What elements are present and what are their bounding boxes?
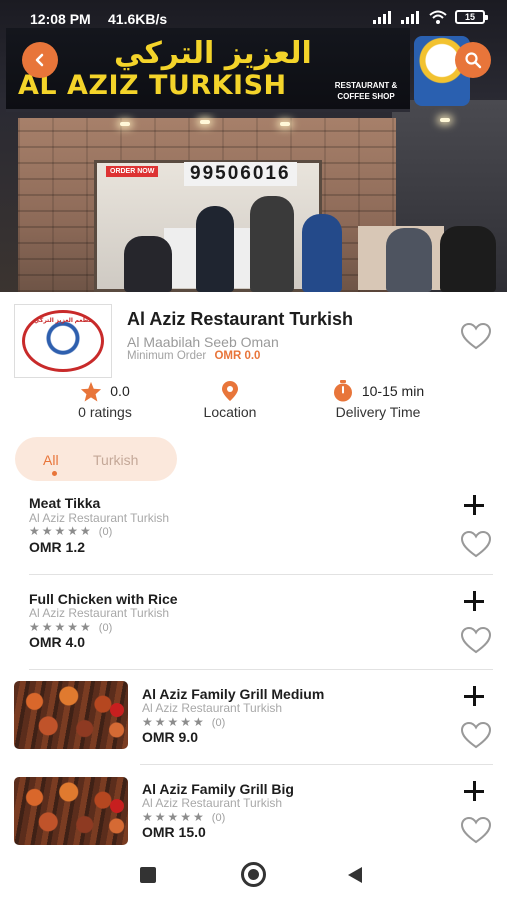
menu-item-title: Full Chicken with Rice — [29, 591, 178, 607]
add-to-cart-button[interactable] — [463, 494, 485, 516]
delivery-time-label: Delivery Time — [335, 404, 421, 420]
search-button[interactable] — [455, 42, 491, 78]
rating-value: 0.0 — [110, 383, 130, 399]
menu-item-restaurant: Al Aziz Restaurant Turkish — [29, 606, 170, 620]
person — [250, 196, 294, 292]
menu-item-price: OMR 15.0 — [142, 824, 206, 840]
recent-apps-button[interactable] — [140, 867, 156, 883]
active-tab-indicator — [52, 471, 57, 476]
rating-stars-icon: ★★★★★ — [29, 620, 93, 634]
menu-item-title: Al Aziz Family Grill Medium — [142, 686, 325, 702]
minimum-order-label: Minimum Order — [127, 350, 207, 362]
menu-item-price: OMR 1.2 — [29, 539, 86, 555]
person — [196, 206, 234, 292]
restaurant-cover-image: العزيز التركي AL AZIZ TURKISH RESTAURANT… — [0, 0, 507, 292]
favorite-heart-icon[interactable] — [460, 626, 492, 654]
minimum-order: Minimum Order OMR 0.0 — [127, 350, 260, 362]
shop-phone-number: 99506016 — [184, 162, 297, 186]
delivery-stat: 10-15 min Delivery Time — [320, 380, 436, 420]
delivery-time-value: 10-15 min — [361, 383, 425, 399]
menu-item-image — [14, 681, 128, 749]
favorite-heart-icon[interactable] — [460, 322, 492, 350]
restaurant-name: Al Aziz Restaurant Turkish — [127, 309, 354, 329]
add-to-cart-button[interactable] — [463, 685, 485, 707]
rating-stars-icon: ★★★★★ — [142, 715, 206, 729]
wifi-icon — [429, 10, 447, 24]
menu-item-rating: ★★★★★ (0) — [142, 715, 225, 729]
battery-icon: 15 — [455, 10, 488, 24]
menu-item-image — [14, 777, 128, 845]
location-pin-icon — [222, 381, 238, 401]
menu-item-rating-count: (0) — [98, 622, 113, 634]
status-icons: 15 — [373, 10, 488, 24]
order-now-sticker: ORDER NOW — [106, 166, 159, 177]
menu-item-rating: ★★★★★ (0) — [142, 810, 225, 824]
restaurant-address: Al Maabilah Seeb Oman — [127, 334, 279, 350]
menu-item-restaurant: Al Aziz Restaurant Turkish — [29, 511, 170, 525]
tab-turkish[interactable]: Turkish — [93, 452, 138, 468]
rating-count-label: 0 ratings — [78, 404, 132, 420]
sign-arabic-text: العزيز التركي — [114, 36, 312, 71]
add-to-cart-button[interactable] — [463, 780, 485, 802]
favorite-heart-icon[interactable] — [460, 721, 492, 749]
menu-item-restaurant: Al Aziz Restaurant Turkish — [142, 796, 283, 810]
favorite-heart-icon[interactable] — [460, 530, 492, 558]
minimum-order-value: OMR 0.0 — [214, 350, 261, 362]
timer-icon — [333, 380, 352, 402]
signal-icon — [373, 10, 393, 24]
menu-item[interactable]: Meat Tikka Al Aziz Restaurant Turkish ★★… — [0, 480, 507, 575]
add-to-cart-button[interactable] — [463, 590, 485, 612]
signal-icon — [401, 10, 421, 24]
menu-item-price: OMR 4.0 — [29, 634, 86, 650]
back-nav-button[interactable] — [348, 867, 362, 883]
system-navigation-bar — [0, 848, 507, 900]
sign-subtitle: RESTAURANT & COFFEE SHOP — [334, 81, 398, 101]
back-button[interactable] — [22, 42, 58, 78]
star-icon — [81, 381, 102, 402]
network-speed: 41.6KB/s — [108, 11, 168, 27]
status-bar: 12:08 PM 41.6KB/s 15 — [0, 0, 507, 34]
menu-item[interactable]: Full Chicken with Rice Al Aziz Restauran… — [0, 575, 507, 670]
restaurant-logo: مطعم العزيز التركي — [14, 304, 112, 378]
logo-text: مطعم العزيز التركي — [33, 318, 93, 324]
sign-english-text: AL AZIZ TURKISH — [18, 70, 287, 101]
menu-item[interactable]: Al Aziz Family Grill Medium Al Aziz Rest… — [0, 670, 507, 765]
location-label: Location — [203, 404, 257, 420]
chevron-left-icon — [35, 53, 44, 67]
person — [124, 236, 172, 292]
person — [386, 228, 432, 292]
menu-item-rating-count: (0) — [211, 812, 226, 824]
person — [302, 214, 342, 292]
category-tabs: All Turkish — [15, 437, 177, 481]
menu-item[interactable]: Al Aziz Family Grill Big Al Aziz Restaur… — [0, 765, 507, 860]
menu-item-price: OMR 9.0 — [142, 729, 199, 745]
menu-item-rating-count: (0) — [211, 717, 226, 729]
menu-item-rating: ★★★★★ (0) — [29, 620, 112, 634]
menu-item-title: Al Aziz Family Grill Big — [142, 781, 294, 797]
favorite-heart-icon[interactable] — [460, 816, 492, 844]
menu-item-rating-count: (0) — [98, 526, 113, 538]
menu-item-title: Meat Tikka — [29, 495, 101, 511]
rating-stat: 0.0 0 ratings — [60, 380, 150, 420]
rating-stars-icon: ★★★★★ — [29, 524, 93, 538]
person — [440, 226, 496, 292]
location-stat[interactable]: Location — [185, 380, 275, 420]
tab-all[interactable]: All — [43, 452, 59, 468]
home-icon — [248, 869, 259, 880]
search-icon — [465, 52, 482, 69]
menu-item-rating: ★★★★★ (0) — [29, 524, 112, 538]
home-button[interactable] — [241, 862, 266, 887]
menu-item-restaurant: Al Aziz Restaurant Turkish — [142, 701, 283, 715]
restaurant-stats: 0.0 0 ratings Location 10-15 min Deliver… — [0, 380, 507, 424]
status-time: 12:08 PM — [30, 11, 91, 27]
rating-stars-icon: ★★★★★ — [142, 810, 206, 824]
